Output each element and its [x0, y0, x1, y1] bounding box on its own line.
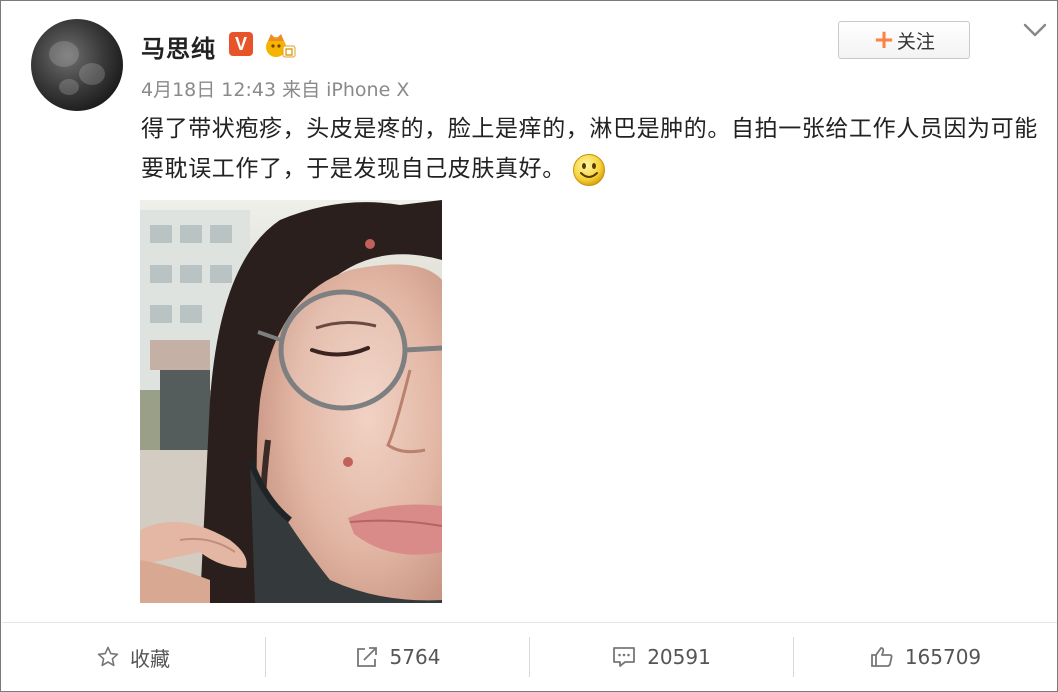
selfie-image	[140, 200, 442, 603]
post-text: 得了带状疱疹，头皮是疼的，脸上是痒的，淋巴是肿的。自拍一张给工作人员因为可能要耽…	[141, 109, 1041, 189]
vip-crown-icon	[266, 34, 296, 58]
star-icon	[97, 646, 119, 667]
avatar[interactable]	[31, 19, 123, 111]
weibo-post-card: 马思纯 V 4月18日 12:43 来自 iPhone X + 关注 得了带状疱…	[0, 0, 1058, 692]
verified-badge-icon: V	[229, 32, 253, 56]
plus-icon: +	[873, 25, 895, 55]
like-icon	[870, 647, 893, 667]
follow-label: 关注	[896, 30, 935, 53]
comment-icon	[613, 647, 636, 667]
repost-icon	[356, 647, 377, 667]
favorite-label: 收藏	[130, 646, 170, 671]
smiley-emoji	[572, 153, 605, 186]
repost-button[interactable]: 5764	[265, 623, 529, 691]
post-meta: 4月18日 12:43 来自 iPhone X	[141, 79, 410, 101]
repost-count: 5764	[389, 645, 441, 669]
like-count: 165709	[904, 645, 982, 669]
favorite-button[interactable]: 收藏	[1, 623, 265, 691]
action-bar: 收藏 5764 20591 165709	[1, 623, 1057, 691]
post-photo[interactable]	[140, 200, 442, 603]
chevron-down-icon[interactable]	[1023, 21, 1047, 39]
comment-count: 20591	[647, 645, 711, 669]
comment-button[interactable]: 20591	[529, 623, 793, 691]
username[interactable]: 马思纯	[141, 29, 216, 64]
like-button[interactable]: 165709	[793, 623, 1057, 691]
follow-button[interactable]: + 关注	[838, 21, 970, 59]
